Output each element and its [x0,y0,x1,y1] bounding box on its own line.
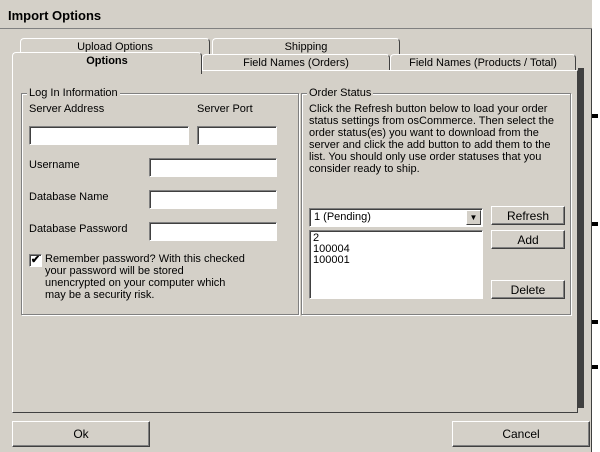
import-options-window: Import Options Upload Options Shipping O… [0,0,592,452]
order-status-select[interactable]: 1 (Pending) ▼ [309,208,483,227]
ok-button[interactable]: Ok [12,421,150,447]
tab-label: Options [86,55,128,67]
edge-mark [592,365,598,369]
order-status-selected-value: 1 (Pending) [314,211,371,223]
server-port-input[interactable] [197,126,277,145]
refresh-button[interactable]: Refresh [491,206,565,225]
server-port-label: Server Port [197,103,253,115]
order-status-list[interactable]: 2 100004 100001 [309,230,483,299]
options-panel: Log In Information Server Address Server… [12,70,578,413]
edge-mark [592,320,598,324]
edge-mark [592,222,598,226]
database-password-label: Database Password [29,223,128,235]
tab-options[interactable]: Options [12,52,202,74]
remember-password-checkbox[interactable]: ✔ [29,254,42,267]
order-status-group-label: Order Status [307,87,374,99]
panel-shadow [578,68,584,408]
order-status-description: Click the Refresh button below to load y… [309,103,554,175]
edge-mark [592,114,598,118]
delete-button[interactable]: Delete [491,280,565,299]
tab-label: Field Names (Products / Total) [409,57,557,69]
remember-password-text: Remember password? With this checked you… [45,253,245,301]
background-window-edge [592,0,600,452]
username-input[interactable] [149,158,277,177]
list-item[interactable]: 100001 [313,255,479,266]
login-group-label: Log In Information [27,87,120,99]
tab-label: Shipping [284,41,328,53]
username-label: Username [29,159,80,171]
add-button[interactable]: Add [491,230,565,249]
cancel-button[interactable]: Cancel [452,421,590,447]
tab-label: Field Names (Orders) [243,57,349,69]
title-bar: Import Options [0,0,592,29]
server-address-input[interactable] [29,126,189,145]
triangle-down-icon[interactable]: ▼ [466,210,481,225]
server-address-label: Server Address [29,103,105,115]
database-name-label: Database Name [29,191,109,203]
database-name-input[interactable] [149,190,277,209]
window-title: Import Options [8,8,102,23]
database-password-input[interactable] [149,222,277,241]
